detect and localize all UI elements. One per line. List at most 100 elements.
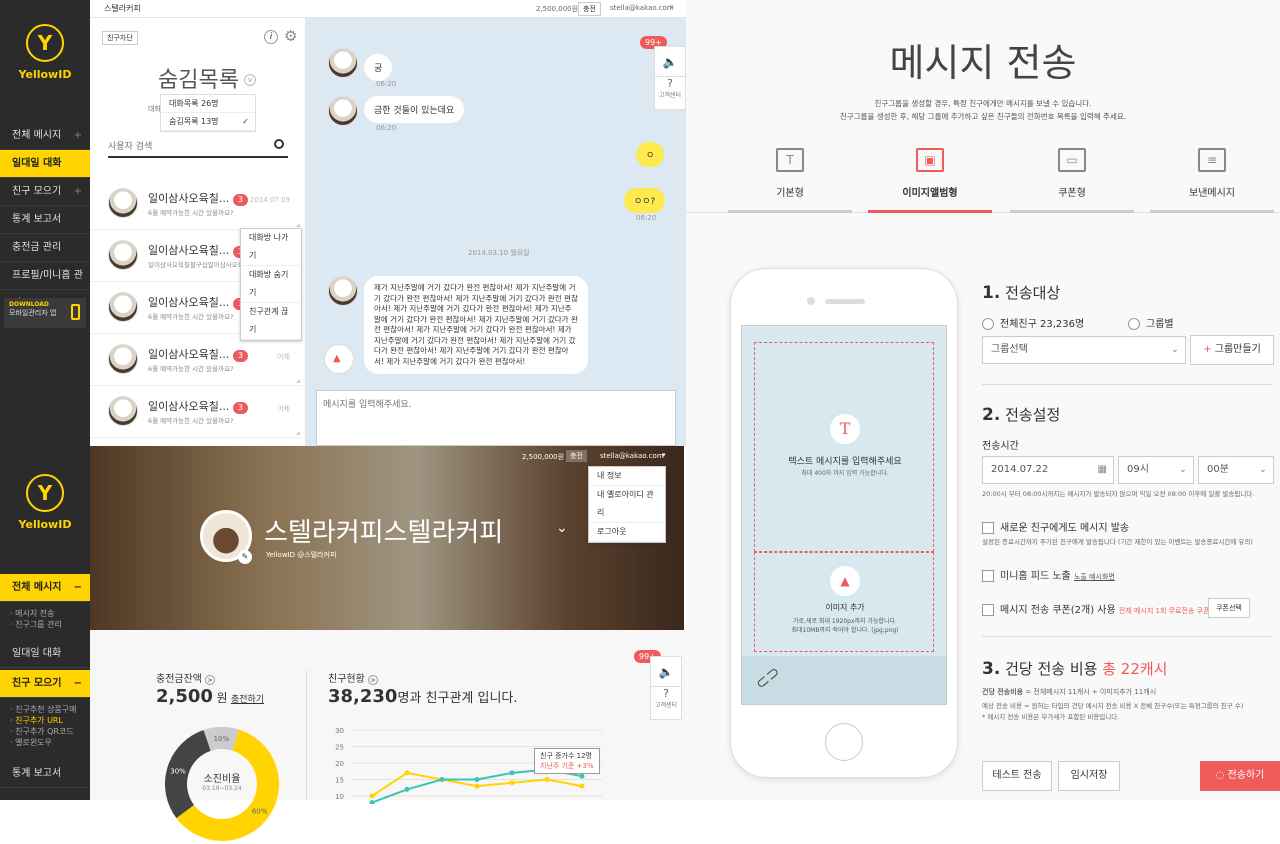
coupon-select-button[interactable]: 쿠폰선택 (1208, 598, 1250, 618)
sub-item[interactable]: · 친구추가 QR코드 (10, 726, 90, 737)
preview-link[interactable]: 노출 예시화면 (1074, 573, 1115, 581)
search-icon[interactable] (274, 139, 284, 149)
data-point (544, 777, 550, 782)
chat-time: 어제 (277, 405, 290, 413)
send-panel: 메시지 전송 친구그룹을 생성할 경우, 특정 친구에게만 메시지를 보낼 수 … (686, 0, 1280, 800)
speaker-icon[interactable]: 🔈 (651, 657, 681, 687)
account-email[interactable]: stella@kakao.com (600, 452, 664, 460)
menu-leave-chat[interactable]: 대화방 나가기 (241, 229, 301, 266)
tooltip-sub: 지난주 기준 +3% (540, 762, 594, 770)
menu-my-info[interactable]: 내 정보 (589, 467, 665, 486)
select-value: 그룹선택 (991, 344, 1028, 355)
brand-logo[interactable]: Y YellowID (0, 474, 90, 531)
user-search-input[interactable] (108, 138, 288, 158)
select-value: 00분 (1207, 464, 1229, 475)
nav-stats[interactable]: 통계 보고서 (0, 206, 90, 234)
tab-2[interactable]: ▭ 쿠폰형 (1010, 148, 1134, 213)
chat-list-item[interactable]: 일이삼사오육칠... 3 6월 예약가능한 시간 있을까요? 2014.07.09 (90, 178, 302, 230)
chevron-down-icon[interactable]: ▾ (670, 3, 674, 11)
nav-all-messages[interactable]: 전체 메시지 − (0, 574, 90, 602)
avatar (108, 240, 138, 270)
nav-collect-friends[interactable]: 친구 모으기 − (0, 670, 90, 698)
info-icon[interactable]: i (264, 30, 278, 44)
charge-button[interactable]: 충전 (578, 2, 601, 16)
account-email[interactable]: stella@kakao.com (610, 4, 674, 12)
hour-select[interactable]: 09시 ⌄ (1118, 456, 1194, 484)
donut-dates: 03.19~03.24 (202, 785, 242, 792)
radio-by-group[interactable]: 그룹별 (1128, 315, 1174, 330)
nav-stats[interactable]: 통계 보고서 (0, 760, 90, 788)
chevron-down-icon[interactable]: v (244, 74, 256, 86)
data-point (509, 770, 515, 776)
sub-item[interactable]: · 친구그룹 관리 (10, 619, 90, 630)
chevron-right-icon[interactable]: > (205, 675, 216, 685)
chevron-down-icon[interactable]: ⌄ (556, 520, 568, 536)
avatar[interactable] (328, 96, 358, 126)
nav-charge[interactable]: 충전금 관리 (0, 234, 90, 262)
section-label: 건당 전송 비용 (1005, 660, 1098, 678)
image-add-icon[interactable]: ▲ (830, 566, 860, 596)
test-send-button[interactable]: 테스트 전송 (982, 761, 1052, 791)
cost-formula-text: = 전체메시지 11캐시 + 이미지추가 11캐시 (1023, 688, 1157, 696)
tab-0[interactable]: T 기본형 (728, 148, 852, 213)
friends-value: 38,230명과 친구관계 입니다. (328, 686, 518, 707)
charge-button[interactable]: 충전 (566, 450, 587, 462)
download-app-banner[interactable]: DOWNLOAD 모바일관리자 앱 (4, 298, 86, 328)
chevron-right-icon[interactable]: > (368, 675, 378, 685)
phone-mockup: T 텍스트 메시지를 입력해주세요 최대 400자 까지 입력 가능합니다. ▲… (730, 268, 958, 778)
option-new-friends[interactable]: 새로운 친구에게도 메시지 발송 (982, 519, 1129, 534)
data-point (404, 770, 410, 776)
option-minihome-feed[interactable]: 미니홈 피드 노출 노출 예시화면 (982, 567, 1115, 582)
nav-label: 일대일 대화 (12, 158, 62, 169)
cost-formula: 건당 전송비용 = 전체메시지 11캐시 + 이미지추가 11캐시 (982, 687, 1276, 698)
dropdown-option-hidden[interactable]: 숨김목록 13명 ✓ (161, 113, 255, 131)
charge-link[interactable]: 충전하기 (231, 695, 264, 705)
menu-manage-id[interactable]: 내 옐로아이디 관리 (589, 486, 665, 523)
make-group-button[interactable]: + 그룹만들기 (1190, 335, 1274, 365)
help-button[interactable]: ? 고객센터 (651, 687, 681, 709)
edit-icon[interactable]: ✎ (238, 550, 252, 564)
chevron-down-icon[interactable]: ▾ (662, 451, 666, 459)
gear-icon[interactable]: ⚙ (284, 27, 297, 45)
nav-one-on-one[interactable]: 일대일 대화 (0, 150, 90, 178)
chat-list-item[interactable]: 일이삼사오육칠... 3 6월 예약가능한 시간 있을까요? 어제 (90, 386, 302, 438)
menu-hide-chat[interactable]: 대화방 숨기기 (241, 266, 301, 303)
data-point (369, 800, 375, 804)
sub-label: 친구추천 상품구매 (15, 705, 77, 714)
date-picker[interactable]: 2014.07.22 ▦ (982, 456, 1114, 484)
avatar[interactable] (328, 48, 358, 78)
text-area-frame[interactable] (754, 342, 934, 552)
help-button[interactable]: ? 고객센터 (655, 77, 685, 99)
chat-list-item[interactable]: 일이삼사오육칠... 3 6월 예약가능한 시간 있을까요? 어제 (90, 334, 302, 386)
sub-item[interactable]: · 옐로윈도우 (10, 737, 90, 748)
menu-logout[interactable]: 로그아웃 (589, 523, 665, 542)
list-title[interactable]: 숨김목록 (158, 62, 239, 94)
image-add-label: 이미지 추가 (825, 603, 865, 612)
avatar[interactable] (328, 276, 358, 306)
nav-all-messages[interactable]: 전체 메시지 + (0, 122, 90, 150)
balance-text: 2,500,000원 (536, 5, 579, 13)
calendar-icon: ▦ (1097, 464, 1107, 475)
block-friends-button[interactable]: 친구차단 (102, 31, 138, 45)
sub-item-active[interactable]: · 친구추가 URL (10, 715, 90, 726)
nav-one-on-one[interactable]: 일대일 대화 (0, 640, 90, 668)
menu-unfriend[interactable]: 친구관계 끊기 (241, 303, 301, 340)
speaker-icon[interactable]: 🔈 (655, 47, 685, 77)
temp-save-button[interactable]: 임시저장 (1058, 761, 1120, 791)
radio-all-friends[interactable]: 전체친구 23,236명 (982, 315, 1084, 330)
nav-profile[interactable]: 프로필/미니홈 관리 (0, 262, 90, 309)
tab-3[interactable]: ≡ 보낸메시지 (1150, 148, 1274, 213)
home-button[interactable] (825, 723, 863, 761)
group-select[interactable]: 그룹선택 ⌄ (982, 336, 1186, 364)
send-button[interactable]: ◌ 전송하기 (1200, 761, 1280, 791)
option-coupon[interactable]: 메시지 전송 쿠폰(2개) 사용 전체 메시지 1회 무료전송 쿠폰 (982, 601, 1210, 616)
nav-collect-friends[interactable]: 친구 모으기 + (0, 178, 90, 206)
dropdown-option-chats[interactable]: 대화목록 26명 (161, 95, 255, 113)
text-icon[interactable]: T (830, 414, 860, 444)
message-input[interactable] (316, 390, 676, 446)
tab-1[interactable]: ▣ 이미지앨범형 (868, 148, 992, 213)
minute-select[interactable]: 00분 ⌄ (1198, 456, 1274, 484)
sub-item[interactable]: · 친구추천 상품구매 (10, 704, 90, 715)
sub-item[interactable]: · 메시지 전송 (10, 608, 90, 619)
brand-logo[interactable]: Y YellowID (0, 24, 90, 81)
